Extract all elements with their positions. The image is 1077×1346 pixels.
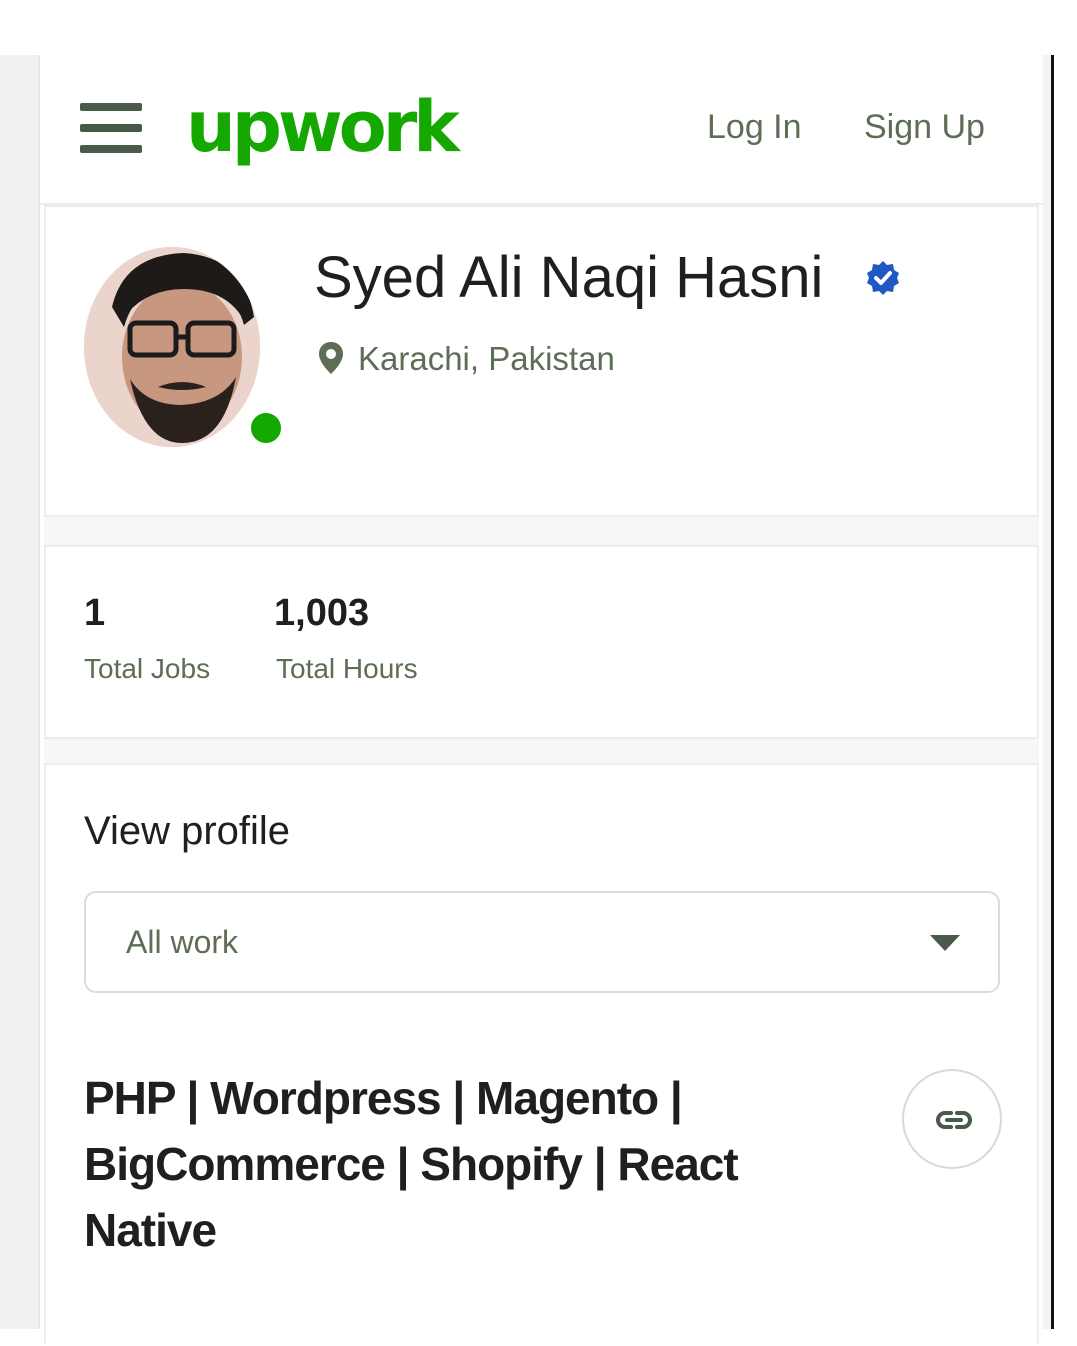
link-icon <box>936 1111 972 1129</box>
work-filter-select[interactable]: All work <box>84 891 1000 993</box>
stats-card: 1 Total Jobs 1,003 Total Hours <box>44 545 1039 739</box>
right-gutter <box>1043 55 1051 1329</box>
total-hours-label: Total Hours <box>276 653 418 684</box>
login-link[interactable]: Log In <box>707 103 802 151</box>
avatar <box>84 247 260 447</box>
divider <box>44 517 1039 545</box>
right-border <box>1051 55 1054 1329</box>
profile-name: Syed Ali Naqi Hasni <box>314 245 824 310</box>
chevron-down-icon <box>930 935 960 951</box>
top-margin <box>0 0 1077 55</box>
copy-link-button[interactable] <box>902 1069 1002 1169</box>
online-status-indicator <box>248 410 284 446</box>
profile-card: Syed Ali Naqi Hasni Karachi, Pakistan <box>44 205 1039 517</box>
site-header: upwork Log In Sign Up <box>40 55 1043 205</box>
hamburger-menu-icon[interactable] <box>80 103 142 155</box>
total-jobs-label: Total Jobs <box>84 653 211 684</box>
profile-title: PHP | Wordpress | Magento | BigCommerce … <box>84 1072 739 1256</box>
view-profile-card: View profile All work PHP | Wordpress | … <box>44 763 1039 1343</box>
total-jobs-value: 1 <box>84 592 106 634</box>
left-gutter <box>0 55 38 1329</box>
verified-badge-icon <box>867 261 899 295</box>
divider <box>44 739 1039 763</box>
location-pin-icon <box>319 342 343 374</box>
view-profile-heading: View profile <box>84 809 291 853</box>
signup-link[interactable]: Sign Up <box>864 103 985 151</box>
select-value: All work <box>126 924 239 960</box>
upwork-logo[interactable]: upwork <box>186 77 460 177</box>
mobile-page: upwork Log In Sign Up Syed Ali Naqi Hasn… <box>38 55 1043 1343</box>
location-text: Karachi, Pakistan <box>358 340 615 377</box>
total-hours-value: 1,003 <box>274 592 370 634</box>
